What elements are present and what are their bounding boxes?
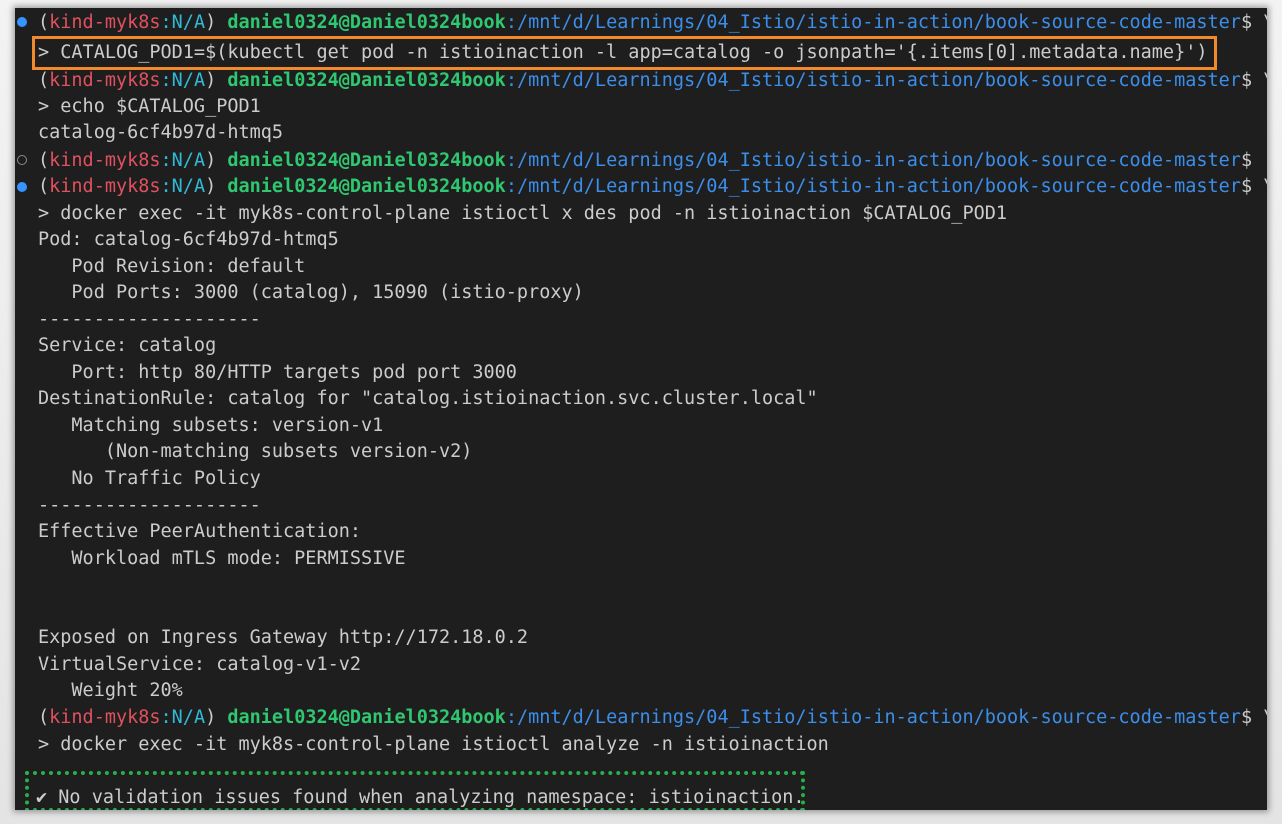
- output-line: Effective PeerAuthentication:: [38, 521, 362, 542]
- prompt-paren: ): [205, 12, 217, 33]
- output-line: DestinationRule: catalog for "catalog.is…: [38, 388, 818, 409]
- prompt-namespace: N/A: [171, 150, 206, 171]
- command-line: > echo $CATALOG_POD1: [38, 96, 261, 117]
- output-line: Exposed on Ingress Gateway http://172.18…: [38, 627, 529, 648]
- prompt-context: kind-myk8s: [49, 70, 161, 91]
- command-success-dot-icon[interactable]: [17, 17, 27, 27]
- prompt-paren: (: [38, 70, 50, 91]
- prompt-colon: :: [160, 707, 172, 728]
- output-line: Matching subsets: version-v1: [38, 415, 384, 436]
- prompt-path: :/mnt/d/Learnings/04_Istio/istio-in-acti…: [505, 150, 1241, 171]
- command-line: > docker exec -it myk8s-control-plane is…: [38, 734, 829, 755]
- highlight-box-green: [25, 771, 805, 810]
- prompt-paren: (: [38, 707, 50, 728]
- prompt-line: (kind-myk8s:N/A) daniel0324@Daniel0324bo…: [38, 148, 1252, 174]
- prompt-path: :/mnt/d/Learnings/04_Istio/istio-in-acti…: [505, 707, 1241, 728]
- prompt-path: :/mnt/d/Learnings/04_Istio/istio-in-acti…: [505, 70, 1241, 91]
- prompt-dollar: $: [1240, 70, 1253, 91]
- output-line: VirtualService: catalog-v1-v2: [38, 654, 362, 675]
- output-line: Service: catalog: [38, 335, 217, 356]
- prompt-user-host: daniel0324@Daniel0324book: [227, 176, 506, 197]
- prompt-continuation: \: [1252, 12, 1267, 33]
- prompt-continuation: \: [1252, 707, 1267, 728]
- prompt-context: kind-myk8s: [49, 176, 161, 197]
- prompt-dollar: $: [1240, 12, 1253, 33]
- command-line: > docker exec -it myk8s-control-plane is…: [38, 203, 1008, 224]
- prompt-user-host: daniel0324@Daniel0324book: [227, 12, 506, 33]
- prompt-context: kind-myk8s: [49, 150, 161, 171]
- prompt-path: :/mnt/d/Learnings/04_Istio/istio-in-acti…: [505, 12, 1241, 33]
- command-success-dot-icon[interactable]: [17, 182, 27, 192]
- prompt-path: :/mnt/d/Learnings/04_Istio/istio-in-acti…: [505, 176, 1241, 197]
- prompt-colon: :: [160, 12, 172, 33]
- terminal-panel[interactable]: (kind-myk8s:N/A) daniel0324@Daniel0324bo…: [15, 8, 1267, 810]
- prompt-namespace: N/A: [171, 707, 206, 728]
- prompt-namespace: N/A: [171, 70, 206, 91]
- prompt-dollar: $: [1240, 176, 1253, 197]
- prompt-dollar: $: [1240, 150, 1253, 171]
- output-line: Workload mTLS mode: PERMISSIVE: [38, 548, 406, 569]
- output-line: No Traffic Policy: [38, 468, 261, 489]
- prompt-continuation: \: [1252, 176, 1267, 197]
- command-empty-dot-icon[interactable]: [17, 155, 27, 165]
- prompt-context: kind-myk8s: [49, 707, 161, 728]
- prompt-user-host: daniel0324@Daniel0324book: [227, 150, 506, 171]
- output-separator: --------------------: [38, 309, 261, 330]
- output-separator: --------------------: [38, 495, 261, 516]
- prompt-user-host: daniel0324@Daniel0324book: [227, 70, 506, 91]
- prompt-paren: ): [205, 70, 217, 91]
- prompt-continuation: \: [1252, 70, 1267, 91]
- prompt-paren: ): [205, 707, 217, 728]
- prompt-colon: :: [160, 176, 172, 197]
- prompt-context: kind-myk8s: [49, 12, 161, 33]
- prompt-dollar: $: [1240, 707, 1253, 728]
- prompt-paren: ): [205, 150, 217, 171]
- output-line: Pod: catalog-6cf4b97d-htmq5: [38, 229, 339, 250]
- prompt-line: (kind-myk8s:N/A) daniel0324@Daniel0324bo…: [38, 10, 1267, 36]
- prompt-line: (kind-myk8s:N/A) daniel0324@Daniel0324bo…: [38, 68, 1267, 94]
- output-line: Weight 20%: [38, 680, 183, 701]
- highlight-box-orange: [32, 36, 1217, 70]
- prompt-paren: (: [38, 176, 50, 197]
- prompt-line: (kind-myk8s:N/A) daniel0324@Daniel0324bo…: [38, 705, 1267, 731]
- prompt-colon: :: [160, 150, 172, 171]
- prompt-line: (kind-myk8s:N/A) daniel0324@Daniel0324bo…: [38, 174, 1267, 200]
- output-line: Pod Revision: default: [38, 256, 306, 277]
- prompt-user-host: daniel0324@Daniel0324book: [227, 707, 506, 728]
- prompt-namespace: N/A: [171, 176, 206, 197]
- prompt-colon: :: [160, 70, 172, 91]
- output-line: (Non-matching subsets version-v2): [38, 441, 473, 462]
- output-line: Port: http 80/HTTP targets pod port 3000: [38, 362, 517, 383]
- output-line: catalog-6cf4b97d-htmq5: [38, 122, 284, 143]
- prompt-paren: ): [205, 176, 217, 197]
- screenshot-frame: (kind-myk8s:N/A) daniel0324@Daniel0324bo…: [0, 0, 1282, 824]
- output-line: Pod Ports: 3000 (catalog), 15090 (istio-…: [38, 282, 584, 303]
- prompt-paren: (: [38, 150, 50, 171]
- prompt-namespace: N/A: [171, 12, 206, 33]
- prompt-paren: (: [38, 12, 50, 33]
